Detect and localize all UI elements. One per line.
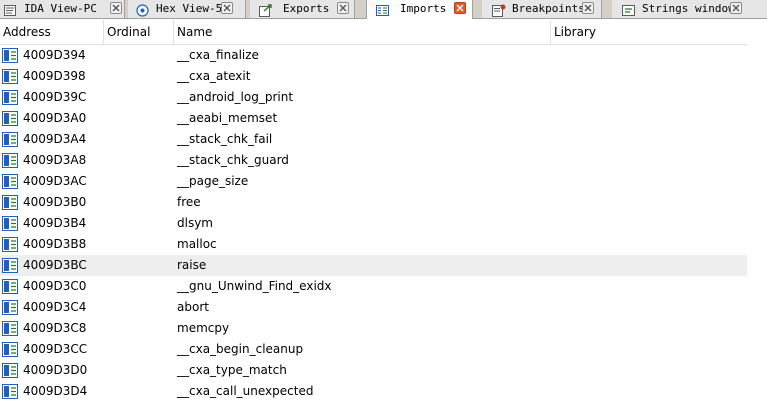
import-entry-icon [2, 216, 18, 231]
row-name: free [177, 195, 201, 209]
tab-hex-view[interactable]: Hex View-5 [128, 0, 246, 18]
import-entry-icon [2, 279, 18, 294]
row-name: __cxa_call_unexpected [177, 384, 314, 398]
table-row[interactable]: 4009D3B4 dlsym [0, 213, 747, 234]
row-name: __android_log_print [177, 90, 294, 104]
row-address: 4009D3D4 [23, 384, 88, 398]
table-row[interactable]: 4009D3B8 malloc [0, 234, 747, 255]
row-address: 4009D3D0 [23, 363, 88, 377]
table-row[interactable]: 4009D3A0 __aeabi_memset [0, 108, 747, 129]
column-header-address[interactable]: Address [0, 20, 104, 44]
row-address: 4009D3C4 [23, 300, 87, 314]
import-entry-icon [2, 258, 18, 273]
close-icon[interactable] [337, 2, 349, 14]
row-name: __page_size [177, 174, 249, 188]
column-header-library[interactable]: Library [551, 20, 747, 44]
column-header-name[interactable]: Name [174, 20, 551, 44]
row-name: __stack_chk_fail [177, 132, 273, 146]
row-address: 4009D398 [23, 69, 86, 83]
import-entry-icon [2, 69, 18, 84]
table-row[interactable]: 4009D3C8 memcpy [0, 318, 747, 339]
row-name: __cxa_type_match [177, 363, 287, 377]
close-icon[interactable] [582, 2, 594, 14]
import-entry-icon [2, 342, 18, 357]
row-address: 4009D3AC [23, 174, 87, 188]
row-name: memcpy [177, 321, 230, 335]
row-address: 4009D3A8 [23, 153, 87, 167]
import-entry-icon [2, 195, 18, 210]
imports-icon [376, 2, 389, 16]
row-name: dlsym [177, 216, 213, 230]
import-entry-icon [2, 384, 18, 399]
row-address: 4009D3A0 [23, 111, 87, 125]
tab-ida-view[interactable]: IDA View-PC [0, 0, 125, 18]
import-entry-icon [2, 363, 18, 378]
row-address: 4009D3B0 [23, 195, 87, 209]
row-name: __aeabi_memset [177, 111, 278, 125]
ida-view-icon [4, 2, 17, 16]
row-name: raise [177, 258, 207, 272]
table-row[interactable]: 4009D3A4 __stack_chk_fail [0, 129, 747, 150]
close-icon[interactable] [221, 2, 233, 14]
table-row[interactable]: 4009D394 __cxa_finalize [0, 45, 747, 66]
import-entry-icon [2, 237, 18, 252]
tab-imports[interactable]: Imports [366, 0, 473, 19]
tab-label: Breakpoints [512, 2, 585, 15]
row-address: 4009D3CC [23, 342, 88, 356]
row-address: 4009D394 [23, 48, 86, 62]
tab-breakpoints[interactable]: Breakpoints [482, 0, 602, 18]
tab-label: Hex View-5 [156, 2, 223, 15]
close-icon[interactable] [730, 2, 742, 14]
tab-exports[interactable]: Exports [250, 0, 355, 18]
row-name: __gnu_Unwind_Find_exidx [177, 279, 332, 293]
column-header-ordinal[interactable]: Ordinal [104, 20, 174, 44]
table-row[interactable]: 4009D3CC __cxa_begin_cleanup [0, 339, 747, 360]
import-entry-icon [2, 321, 18, 336]
table-row[interactable]: 4009D3C4 abort [0, 297, 747, 318]
table-row[interactable]: 4009D39C __android_log_print [0, 87, 747, 108]
table-row-selected[interactable]: 4009D3BC raise [0, 255, 747, 276]
table-row[interactable]: 4009D398 __cxa_atexit [0, 66, 747, 87]
import-entry-icon [2, 90, 18, 105]
row-name: __cxa_finalize [177, 48, 259, 62]
table-row[interactable]: 4009D3D0 __cxa_type_match [0, 360, 747, 381]
import-entry-icon [2, 111, 18, 126]
breakpoints-icon [492, 2, 506, 17]
row-address: 4009D3C8 [23, 321, 87, 335]
row-name: malloc [177, 237, 217, 251]
hex-view-icon [136, 2, 149, 17]
table-row[interactable]: 4009D3A8 __stack_chk_guard [0, 150, 747, 171]
close-icon[interactable] [110, 2, 122, 14]
table-row[interactable]: 4009D3D4 __cxa_call_unexpected [0, 381, 747, 402]
import-entry-icon [2, 48, 18, 63]
import-entry-icon [2, 153, 18, 168]
row-address: 4009D39C [23, 90, 87, 104]
import-entry-icon [2, 300, 18, 315]
row-name: __cxa_atexit [177, 69, 251, 83]
row-name: abort [177, 300, 209, 314]
tab-strings-window[interactable]: Strings window [612, 0, 767, 18]
row-name: __cxa_begin_cleanup [177, 342, 304, 356]
tab-label: IDA View-PC [24, 2, 97, 15]
row-address: 4009D3A4 [23, 132, 87, 146]
imports-table-header: Address Ordinal Name Library [0, 20, 767, 45]
tab-bar: IDA View-PC Hex View-5 Exports Imports B… [0, 0, 767, 19]
table-row[interactable]: 4009D3AC __page_size [0, 171, 747, 192]
tab-label: Imports [400, 2, 447, 15]
row-name: __stack_chk_guard [177, 153, 289, 167]
exports-icon [259, 2, 272, 17]
import-entry-icon [2, 132, 18, 147]
row-address: 4009D3C0 [23, 279, 87, 293]
tab-label: Strings window [642, 2, 735, 15]
vertical-scrollbar[interactable] [747, 20, 767, 403]
row-address: 4009D3BC [23, 258, 87, 272]
tab-label: Exports [283, 2, 330, 15]
strings-icon [622, 2, 635, 16]
table-row[interactable]: 4009D3B0 free [0, 192, 747, 213]
import-entry-icon [2, 174, 18, 189]
row-address: 4009D3B8 [23, 237, 87, 251]
close-icon[interactable] [454, 2, 466, 14]
table-row[interactable]: 4009D3C0 __gnu_Unwind_Find_exidx [0, 276, 747, 297]
row-address: 4009D3B4 [23, 216, 87, 230]
